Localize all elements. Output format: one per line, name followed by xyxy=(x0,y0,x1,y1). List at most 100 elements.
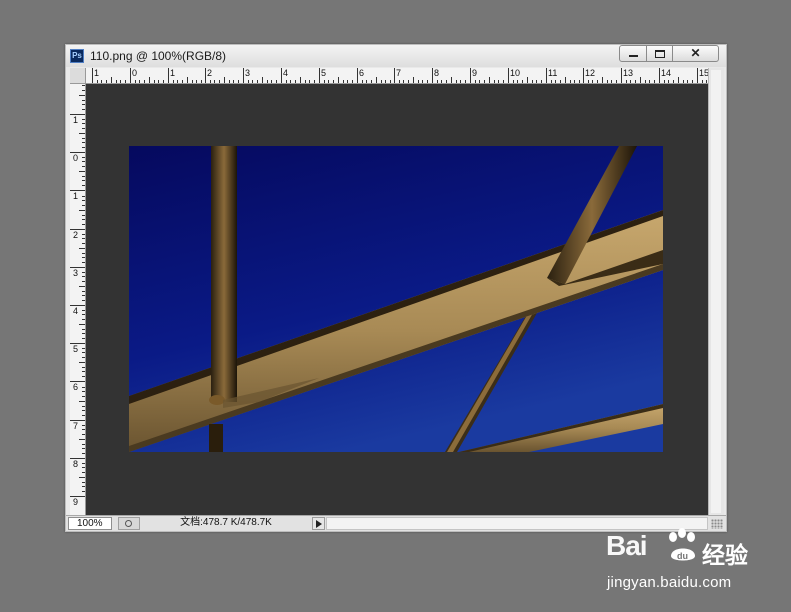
ruler-minor-tick xyxy=(640,77,641,83)
ruler-major-tick xyxy=(92,68,93,83)
ruler-major-tick xyxy=(583,68,584,83)
ruler-minor-tick xyxy=(479,80,480,83)
triangle-right-icon xyxy=(316,520,322,528)
ruler-label: 0 xyxy=(132,68,138,78)
ruler-major-tick xyxy=(621,68,622,83)
maximize-button[interactable] xyxy=(646,45,673,62)
ruler-minor-tick xyxy=(192,80,193,83)
ruler-minor-tick xyxy=(210,80,211,83)
canvas-area[interactable] xyxy=(86,84,708,515)
vertical-ruler[interactable]: 1 0 1 2 3 4 5 6 7 8 9 xyxy=(70,84,86,515)
ruler-minor-tick xyxy=(82,180,85,181)
ruler-minor-tick xyxy=(154,80,155,83)
ruler-minor-tick xyxy=(79,439,85,440)
ruler-label: 6 xyxy=(359,68,365,78)
ruler-label: 5 xyxy=(73,344,79,354)
ruler-minor-tick xyxy=(79,401,85,402)
ruler-label: 2 xyxy=(207,68,213,78)
ruler-minor-tick xyxy=(135,80,136,83)
ruler-minor-tick xyxy=(399,80,400,83)
ruler-minor-tick xyxy=(82,157,85,158)
clock-icon xyxy=(125,520,132,527)
vertical-scrollbar[interactable] xyxy=(708,68,724,515)
ruler-minor-tick xyxy=(427,80,428,83)
ruler-minor-tick xyxy=(82,467,85,468)
ruler-label: 10 xyxy=(510,68,521,78)
ruler-minor-tick xyxy=(527,77,528,83)
ruler-label: 14 xyxy=(661,68,672,78)
ruler-major-tick xyxy=(205,68,206,83)
horizontal-ruler[interactable]: 10123456789101112131415 xyxy=(86,68,708,84)
photo-bridge-arch-icon xyxy=(129,146,663,452)
ruler-minor-tick xyxy=(82,453,85,454)
status-menu-button[interactable] xyxy=(312,517,325,530)
ruler-minor-tick xyxy=(541,80,542,83)
ruler-minor-tick xyxy=(413,77,414,83)
ruler-minor-tick xyxy=(517,80,518,83)
ruler-minor-tick xyxy=(82,329,85,330)
ruler-minor-tick xyxy=(328,80,329,83)
ruler-origin[interactable] xyxy=(70,68,86,84)
ruler-minor-tick xyxy=(309,80,310,83)
ruler-minor-tick xyxy=(522,80,523,83)
watermark-brand-right: 经验 xyxy=(702,542,748,568)
ruler-label: 12 xyxy=(585,68,596,78)
ruler-minor-tick xyxy=(475,80,476,83)
ruler-label: 4 xyxy=(73,306,79,316)
ruler-minor-tick xyxy=(82,161,85,162)
ruler-minor-tick xyxy=(418,80,419,83)
ruler-minor-tick xyxy=(347,80,348,83)
maximize-icon xyxy=(655,50,665,58)
ruler-major-tick xyxy=(508,68,509,83)
ruler-minor-tick xyxy=(668,80,669,83)
ruler-minor-tick xyxy=(111,77,112,83)
ruler-minor-tick xyxy=(560,80,561,83)
ruler-minor-tick xyxy=(173,80,174,83)
ruler-minor-tick xyxy=(82,429,85,430)
ruler-minor-tick xyxy=(513,80,514,83)
ruler-label: 1 xyxy=(73,115,79,125)
zoom-input[interactable]: 100% xyxy=(68,517,112,530)
ruler-label: 6 xyxy=(73,382,79,392)
ruler-label: 4 xyxy=(283,68,289,78)
ruler-minor-tick xyxy=(82,295,85,296)
ruler-minor-tick xyxy=(82,85,85,86)
ruler-minor-tick xyxy=(201,80,202,83)
ruler-minor-tick xyxy=(82,176,85,177)
ruler-label: 2 xyxy=(73,230,79,240)
ruler-minor-tick xyxy=(82,391,85,392)
ruler-minor-tick xyxy=(366,80,367,83)
ruler-label: 1 xyxy=(73,191,79,201)
ruler-major-tick xyxy=(432,68,433,83)
navigator-icon[interactable] xyxy=(118,517,140,530)
ruler-minor-tick xyxy=(82,367,85,368)
vertical-scroll-track[interactable] xyxy=(711,70,721,513)
minimize-button[interactable] xyxy=(619,45,647,62)
ruler-minor-tick xyxy=(120,80,121,83)
ruler-label: 13 xyxy=(623,68,634,78)
document-window: Ps 110.png @ 100%(RGB/8) ✕ 1 0 1 2 3 4 5 6 7 8 9 10… xyxy=(65,44,727,532)
ruler-minor-tick xyxy=(82,410,85,411)
ruler-minor-tick xyxy=(267,80,268,83)
baidu-paw-icon: du xyxy=(669,528,695,561)
ruler-minor-tick xyxy=(437,80,438,83)
ruler-minor-tick xyxy=(82,90,85,91)
ruler-minor-tick xyxy=(683,80,684,83)
ruler-minor-tick xyxy=(79,171,85,172)
document-title: 110.png @ 100%(RGB/8) xyxy=(90,49,227,63)
ruler-minor-tick xyxy=(305,80,306,83)
ruler-minor-tick xyxy=(465,80,466,83)
baidu-jingyan-watermark: Bai du 经验 jingyan.baidu.com xyxy=(606,528,756,598)
ruler-minor-tick xyxy=(82,119,85,120)
title-bar[interactable]: Ps 110.png @ 100%(RGB/8) ✕ xyxy=(66,45,726,67)
ruler-minor-tick xyxy=(484,80,485,83)
ruler-minor-tick xyxy=(82,357,85,358)
ruler-minor-tick xyxy=(626,80,627,83)
ruler-minor-tick xyxy=(82,257,85,258)
ruler-label: 8 xyxy=(73,459,79,469)
close-button[interactable]: ✕ xyxy=(672,45,719,62)
photoshop-logo-icon: Ps xyxy=(70,49,84,63)
ruler-minor-tick xyxy=(82,472,85,473)
ruler-minor-tick xyxy=(82,319,85,320)
ruler-minor-tick xyxy=(82,486,85,487)
